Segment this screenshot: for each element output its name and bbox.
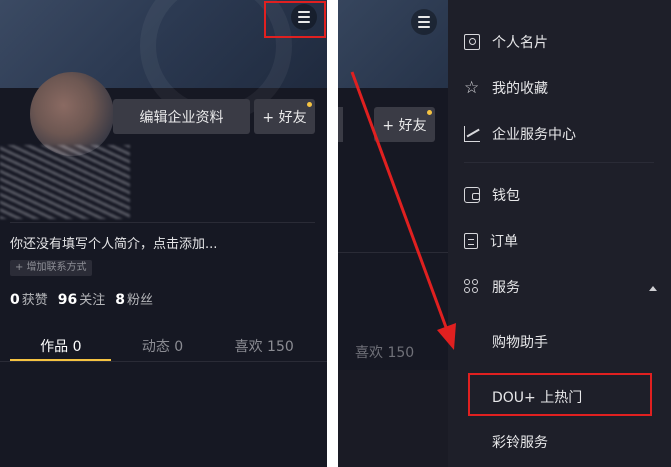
menu-highlight-box — [264, 1, 326, 38]
notification-dot — [427, 110, 432, 115]
tab-likes[interactable]: 喜欢 150 — [213, 336, 315, 356]
profile-screen: 编辑企业资料 + 好友 你还没有填写个人简介，点击添加... + 增加联系方式 … — [0, 0, 327, 467]
drawer-item-label: 订单 — [490, 234, 518, 250]
content-area — [338, 370, 448, 467]
add-friend-button[interactable]: + 好友 — [374, 107, 435, 142]
drawer-item-label: 服务 — [492, 280, 520, 296]
dou-plus-highlight-box — [468, 373, 652, 416]
drawer-item-label: 钱包 — [492, 188, 520, 204]
profile-stats: 0 获赞 96 关注 8 粉丝 — [10, 289, 153, 308]
tabs-divider — [0, 361, 327, 362]
divider — [338, 252, 448, 253]
drawer-item-orders[interactable]: 订单 — [464, 231, 518, 251]
tab-likes[interactable]: 喜欢 150 — [355, 342, 414, 362]
stat-following[interactable]: 96 关注 — [58, 289, 106, 308]
tab-activity[interactable]: 动态 0 — [112, 336, 214, 356]
edit-profile-button[interactable]: 编辑企业资料 — [113, 99, 250, 134]
collapse-caret-icon[interactable] — [649, 286, 657, 291]
drawer-item-business-card[interactable]: 个人名片 — [464, 32, 548, 52]
drawer-item-services[interactable]: 服务 — [464, 277, 520, 297]
drawer-item-wallet[interactable]: 钱包 — [464, 185, 520, 205]
drawer-item-enterprise-center[interactable]: 企业服务中心 — [464, 124, 576, 144]
grid-icon — [464, 279, 480, 295]
drawer-item-favorites[interactable]: ☆ 我的收藏 — [464, 78, 548, 98]
add-contact-tag[interactable]: + 增加联系方式 — [10, 260, 92, 276]
bio-prompt[interactable]: 你还没有填写个人简介，点击添加... — [10, 233, 217, 252]
tab-works[interactable]: 作品 0 — [10, 336, 112, 356]
drawer-item-label: 彩铃服务 — [492, 435, 548, 451]
drawer-subitem-shopping-assistant[interactable]: 购物助手 — [492, 332, 548, 352]
stat-followers[interactable]: 8 粉丝 — [115, 289, 153, 308]
wallet-icon — [464, 187, 480, 203]
divider — [10, 222, 315, 223]
add-friend-label: + 好友 — [382, 117, 427, 134]
side-drawer: 个人名片 ☆ 我的收藏 企业服务中心 钱包 订单 服务 购物助手 DOU+ 上热… — [448, 0, 671, 467]
card-icon — [464, 34, 480, 50]
add-friend-label: + 好友 — [262, 109, 307, 126]
drawer-item-label: 个人名片 — [492, 35, 548, 51]
blurred-username — [0, 145, 130, 219]
drawer-subitem-ringtone[interactable]: 彩铃服务 — [492, 432, 548, 452]
star-icon: ☆ — [464, 78, 480, 98]
drawer-item-label: 我的收藏 — [492, 81, 548, 97]
notification-dot — [307, 102, 312, 107]
edit-profile-button-fragment[interactable] — [338, 107, 343, 142]
stat-likes[interactable]: 0 获赞 — [10, 289, 48, 308]
drawer-divider — [464, 162, 654, 163]
avatar[interactable] — [30, 72, 114, 156]
chart-icon — [464, 126, 480, 142]
drawer-item-label: 企业服务中心 — [492, 127, 576, 143]
drawer-item-label: 购物助手 — [492, 335, 548, 351]
order-icon — [464, 233, 478, 249]
profile-tabs: 作品 0 动态 0 喜欢 150 — [10, 336, 315, 356]
add-friend-button[interactable]: + 好友 — [254, 99, 315, 134]
menu-button[interactable] — [411, 9, 437, 35]
hamburger-icon — [418, 16, 430, 18]
profile-screen-with-drawer: + 好友 喜欢 150 个人名片 ☆ 我的收藏 企业服务中心 钱包 订单 服务 … — [338, 0, 671, 467]
